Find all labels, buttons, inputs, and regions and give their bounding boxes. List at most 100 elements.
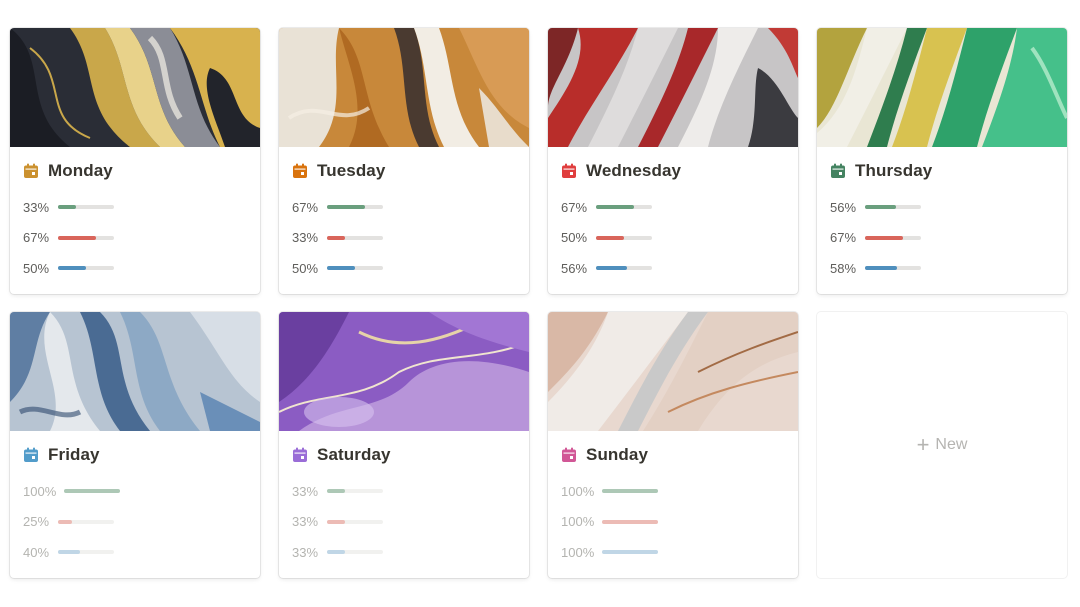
card-thursday[interactable]: Thursday 56% 67% 58% [817, 28, 1067, 294]
progress-label: 33% [292, 514, 319, 529]
progress-bar [327, 205, 383, 209]
progress-label: 25% [23, 514, 50, 529]
progress-fill [602, 489, 658, 493]
card-sunday[interactable]: Sunday 100% 100% 100% [548, 312, 798, 578]
progress-fill [596, 205, 634, 209]
cover-image [548, 312, 798, 431]
progress-stat: 100% [561, 544, 798, 560]
cover-image [10, 312, 260, 431]
progress-stat: 33% [292, 230, 529, 246]
progress-fill [596, 266, 628, 270]
progress-label: 40% [23, 544, 50, 560]
progress-label: 33% [292, 230, 319, 245]
calendar-icon [561, 163, 577, 179]
progress-bar [865, 266, 921, 270]
card-saturday[interactable]: Saturday 33% 33% 33% [279, 312, 529, 578]
progress-fill [865, 235, 903, 240]
progress-stat: 33% [292, 483, 529, 499]
card-monday[interactable]: Monday 33% 67% 50% [10, 28, 260, 294]
progress-stat: 25% [23, 514, 260, 530]
progress-label: 67% [561, 199, 588, 215]
progress-bar [327, 235, 383, 240]
progress-stat: 100% [23, 483, 260, 499]
card-title: Thursday [855, 161, 933, 180]
progress-label: 100% [23, 483, 57, 499]
cover-image [10, 28, 260, 147]
card-title: Sunday [586, 445, 649, 464]
calendar-icon [292, 163, 308, 179]
calendar-icon [830, 163, 846, 179]
cover-image [817, 28, 1067, 147]
card-title: Wednesday [586, 161, 682, 180]
progress-stat: 67% [23, 230, 260, 246]
progress-bar [58, 205, 114, 209]
progress-stat: 40% [23, 544, 260, 560]
progress-fill [64, 489, 120, 493]
progress-label: 100% [561, 483, 595, 499]
progress-label: 33% [292, 483, 319, 499]
progress-fill [58, 550, 81, 554]
progress-label: 50% [292, 260, 319, 276]
progress-label: 67% [292, 199, 319, 215]
progress-stat: 100% [561, 483, 798, 499]
card-title: Tuesday [317, 161, 386, 180]
calendar-icon [561, 447, 577, 463]
card-tuesday[interactable]: Tuesday 67% 33% 50% [279, 28, 529, 294]
progress-fill [865, 205, 897, 209]
progress-label: 67% [830, 230, 857, 245]
progress-fill [58, 519, 72, 524]
progress-bar [327, 489, 383, 493]
progress-stat: 100% [561, 514, 798, 530]
progress-stat: 50% [292, 260, 529, 276]
progress-fill [327, 205, 365, 209]
progress-stat: 67% [292, 199, 529, 215]
progress-fill [327, 266, 355, 270]
progress-bar [596, 205, 652, 209]
progress-stat: 58% [830, 260, 1067, 276]
progress-bar [327, 519, 383, 524]
progress-bar [602, 489, 658, 493]
progress-stat: 50% [23, 260, 260, 276]
progress-bar [596, 266, 652, 270]
progress-label: 100% [561, 514, 595, 529]
progress-stat: 56% [561, 260, 798, 276]
new-card-label: New [935, 436, 968, 453]
progress-label: 56% [830, 199, 857, 215]
progress-bar [64, 489, 120, 493]
progress-fill [327, 519, 346, 524]
progress-fill [602, 550, 658, 554]
card-wednesday[interactable]: Wednesday 67% 50% 56% [548, 28, 798, 294]
progress-fill [602, 519, 658, 524]
cover-image [279, 28, 529, 147]
card-friday[interactable]: Friday 100% 25% 40% [10, 312, 260, 578]
progress-label: 58% [830, 260, 857, 276]
progress-label: 33% [292, 544, 319, 560]
progress-bar [596, 235, 652, 240]
new-card-button[interactable]: + New [817, 312, 1067, 578]
calendar-icon [23, 163, 39, 179]
progress-stat: 67% [561, 199, 798, 215]
cover-image [279, 312, 529, 431]
progress-stat: 33% [292, 544, 529, 560]
progress-stat: 33% [292, 514, 529, 530]
progress-bar [58, 519, 114, 524]
progress-fill [58, 235, 96, 240]
progress-bar [602, 519, 658, 524]
progress-fill [596, 235, 624, 240]
progress-label: 33% [23, 199, 50, 215]
progress-bar [602, 550, 658, 554]
progress-label: 100% [561, 544, 595, 560]
calendar-icon [292, 447, 308, 463]
progress-bar [327, 550, 383, 554]
progress-label: 56% [561, 260, 588, 276]
progress-label: 50% [561, 230, 588, 245]
card-title: Friday [48, 445, 100, 464]
plus-icon: + [916, 432, 930, 457]
progress-fill [327, 489, 346, 493]
progress-fill [865, 266, 898, 270]
progress-bar [58, 550, 114, 554]
progress-fill [327, 235, 346, 240]
progress-bar [327, 266, 383, 270]
progress-bar [58, 235, 114, 240]
progress-fill [58, 205, 77, 209]
